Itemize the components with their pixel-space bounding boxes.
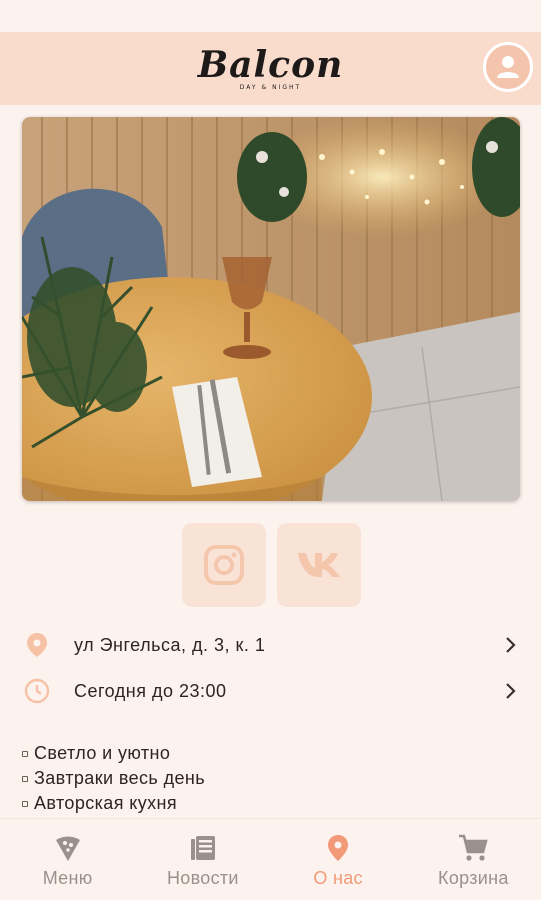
hours-row[interactable]: Сегодня до 23:00 (0, 668, 541, 714)
chevron-right-icon (506, 637, 516, 653)
clock-icon (24, 678, 50, 704)
list-item: Светло и уютно (22, 741, 205, 766)
hero-photo (22, 117, 520, 501)
restaurant-table-photo (22, 117, 520, 501)
list-item: Завтраки весь день (22, 766, 205, 791)
bottom-navigation: Меню Новости О нас Корзина (0, 818, 541, 900)
nav-news[interactable]: Новости (135, 819, 270, 900)
feature-text: Завтраки весь день (34, 768, 206, 788)
bullet-icon (22, 800, 28, 807)
nav-menu[interactable]: Меню (0, 819, 135, 900)
chevron-right-icon (506, 683, 516, 699)
location-pin-icon (328, 835, 349, 861)
instagram-button[interactable] (182, 523, 266, 607)
list-item: Авторская кухня (22, 791, 205, 816)
location-pin-icon (27, 633, 47, 657)
nav-menu-label: Меню (42, 868, 93, 888)
nav-cart-label: Корзина (438, 868, 509, 888)
social-links (182, 523, 361, 607)
cart-icon (459, 834, 489, 861)
features-list: Светло и уютно Завтраки весь день Авторс… (22, 741, 205, 816)
vk-icon (298, 553, 340, 577)
bullet-icon (22, 750, 28, 757)
status-bar (0, 0, 541, 32)
profile-button[interactable] (483, 42, 533, 92)
nav-news-label: Новости (166, 868, 239, 888)
instagram-icon (204, 545, 244, 585)
feature-text: Светло и уютно (34, 743, 171, 763)
logo: Balcon DAY & NIGHT (198, 47, 344, 91)
app-header: Balcon DAY & NIGHT (0, 32, 541, 105)
user-profile-icon (497, 56, 519, 78)
news-icon (190, 836, 215, 860)
pizza-slice-icon (55, 836, 80, 861)
nav-about-label: О нас (313, 868, 363, 888)
nav-cart[interactable]: Корзина (406, 819, 541, 900)
hours-text: Сегодня до 23:00 (74, 680, 227, 701)
address-row[interactable]: ул Энгельса, д. 3, к. 1 (0, 622, 541, 668)
feature-text: Авторская кухня (34, 793, 178, 813)
nav-about[interactable]: О нас (271, 819, 406, 900)
address-text: ул Энгельса, д. 3, к. 1 (74, 634, 266, 655)
vk-button[interactable] (277, 523, 361, 607)
logo-main-text: Balcon (197, 43, 344, 86)
bullet-icon (22, 775, 28, 782)
